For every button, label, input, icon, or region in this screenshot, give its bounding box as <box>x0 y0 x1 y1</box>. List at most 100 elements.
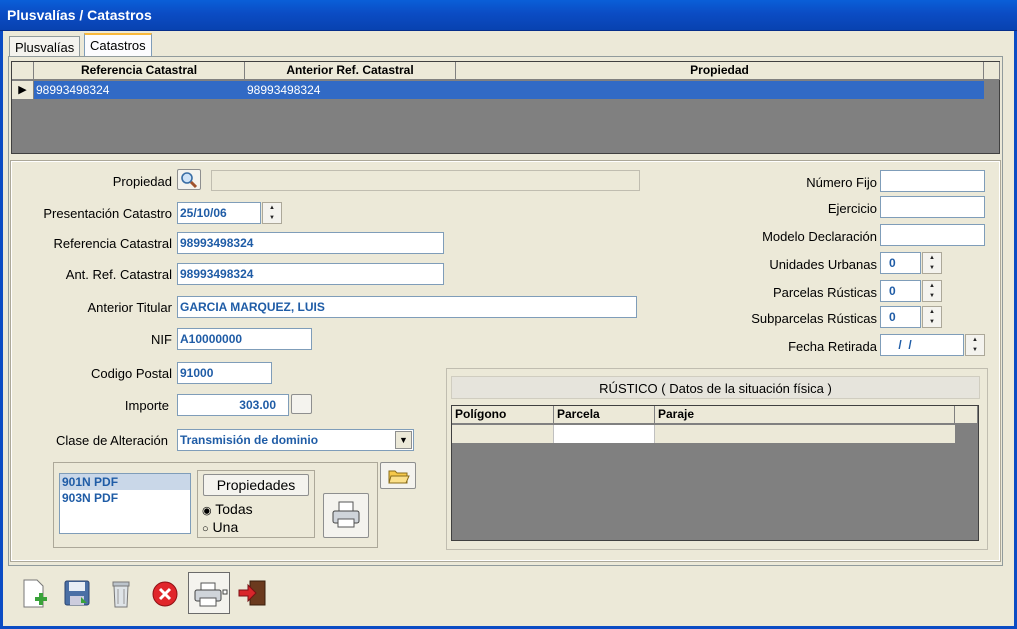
clase-alteracion-value: Transmisión de dominio <box>180 433 319 447</box>
subparcelas-rusticas-field[interactable]: 0 <box>880 306 921 328</box>
printer-icon <box>332 501 360 528</box>
column-header-referencia[interactable]: Referencia Catastral <box>34 62 245 80</box>
fecha-retirada-spinner[interactable]: ▲ ▼ <box>965 334 985 356</box>
column-header-parcela[interactable]: Parcela <box>554 406 655 424</box>
tab-catastros[interactable]: Catastros <box>84 33 152 58</box>
modelo-declaracion-field[interactable] <box>880 224 985 246</box>
fecha-retirada-field[interactable]: / / <box>880 334 964 356</box>
radio-selected-icon: ◉ <box>202 505 212 517</box>
grid-corner <box>12 62 34 80</box>
referencia-label: Referencia Catastral <box>53 236 173 251</box>
spin-up-icon[interactable]: ▲ <box>263 203 281 213</box>
nif-label: NIF <box>151 332 172 347</box>
propiedad-label: Propiedad <box>112 174 172 189</box>
parcelas-rusticas-field[interactable]: 0 <box>880 280 921 302</box>
delete-button[interactable] <box>100 572 142 614</box>
column-header-anterior-ref[interactable]: Anterior Ref. Catastral <box>245 62 456 80</box>
spin-down-icon[interactable]: ▼ <box>966 345 984 355</box>
modelo-declaracion-label: Modelo Declaración <box>762 229 877 244</box>
fecha-retirada-label: Fecha Retirada <box>788 339 877 354</box>
window-titlebar: Plusvalías / Catastros <box>0 0 1017 31</box>
unidades-urbanas-spinner[interactable]: ▲ ▼ <box>922 252 942 274</box>
codigo-postal-field[interactable]: 91000 <box>177 362 272 384</box>
print-button[interactable] <box>323 493 369 538</box>
anterior-titular-field[interactable]: GARCIA MARQUEZ, LUIS <box>177 296 637 318</box>
spin-up-icon[interactable]: ▲ <box>923 281 941 291</box>
toolbar-print-button[interactable] <box>188 572 230 614</box>
chevron-down-icon[interactable]: ▼ <box>395 431 412 449</box>
new-doc-icon <box>23 579 47 608</box>
anterior-titular-label: Anterior Titular <box>87 300 172 315</box>
nif-field[interactable]: A10000000 <box>177 328 312 350</box>
tab-label: Catastros <box>90 38 146 53</box>
spin-down-icon[interactable]: ▼ <box>923 317 941 327</box>
column-header-propiedad[interactable]: Propiedad <box>456 62 984 80</box>
spin-down-icon[interactable]: ▼ <box>263 213 281 223</box>
importe-calc-button[interactable] <box>291 394 312 414</box>
radio-todas[interactable]: ◉ Todas <box>202 501 253 517</box>
referencia-field[interactable]: 98993498324 <box>177 232 444 254</box>
close-red-icon <box>152 581 178 607</box>
radio-empty-icon: ○ <box>202 523 209 535</box>
printer-icon <box>194 582 228 607</box>
cell-poligono[interactable] <box>452 425 554 443</box>
numero-fijo-label: Número Fijo <box>806 175 877 190</box>
clase-alteracion-select[interactable]: Transmisión de dominio ▼ <box>177 429 414 451</box>
radio-una-label: Una <box>212 519 239 535</box>
spin-down-icon[interactable]: ▼ <box>923 263 941 273</box>
propiedades-button[interactable]: Propiedades <box>203 474 309 496</box>
column-header-poligono[interactable]: Polígono <box>452 406 554 424</box>
ant-ref-label: Ant. Ref. Catastral <box>65 267 172 282</box>
parcelas-rusticas-label: Parcelas Rústicas <box>772 285 877 300</box>
radio-todas-label: Todas <box>215 501 253 517</box>
search-propiedad-button[interactable] <box>177 169 201 190</box>
cell-parcela[interactable] <box>554 425 655 443</box>
unidades-urbanas-field[interactable]: 0 <box>880 252 921 274</box>
bottom-toolbar <box>9 570 279 618</box>
cell-paraje[interactable] <box>655 425 955 443</box>
propiedad-field[interactable] <box>211 170 640 191</box>
magnifier-icon <box>181 172 198 189</box>
spin-up-icon[interactable]: ▲ <box>923 253 941 263</box>
cancel-button[interactable] <box>144 572 186 614</box>
save-button[interactable] <box>56 572 98 614</box>
importe-field[interactable]: 303.00 <box>177 394 289 416</box>
clase-alteracion-label: Clase de Alteración <box>55 433 168 448</box>
presentacion-label: Presentación Catastro <box>43 206 172 221</box>
column-header-paraje[interactable]: Paraje <box>655 406 955 424</box>
subparcelas-rusticas-spinner[interactable]: ▲ ▼ <box>922 306 942 328</box>
spin-up-icon[interactable]: ▲ <box>923 307 941 317</box>
grid-header-filler <box>984 62 1000 80</box>
cell-referencia: 98993498324 <box>36 83 110 97</box>
documents-list[interactable]: 901N PDF 903N PDF <box>59 473 191 534</box>
row-selector-arrow-icon[interactable]: ▶ <box>12 81 34 99</box>
ant-ref-field[interactable]: 98993498324 <box>177 263 444 285</box>
ejercicio-label: Ejercicio <box>827 201 877 216</box>
presentacion-date-field[interactable]: 25/10/06 <box>177 202 261 224</box>
new-button[interactable] <box>12 572 54 614</box>
exit-icon <box>238 580 266 606</box>
ejercicio-field[interactable] <box>880 196 985 218</box>
list-item[interactable]: 903N PDF <box>60 490 190 506</box>
trash-icon <box>112 581 130 608</box>
list-item[interactable]: 901N PDF <box>60 474 190 490</box>
grid-header-filler <box>955 406 978 424</box>
numero-fijo-field[interactable] <box>880 170 985 192</box>
exit-button[interactable] <box>232 572 274 614</box>
codigo-postal-label: Codigo Postal <box>91 366 172 381</box>
open-folder-button[interactable] <box>380 462 416 489</box>
open-folder-icon <box>388 470 410 484</box>
rustico-title: RÚSTICO ( Datos de la situación física ) <box>451 376 980 399</box>
spin-up-icon[interactable]: ▲ <box>966 335 984 345</box>
unidades-urbanas-label: Unidades Urbanas <box>769 257 877 272</box>
subparcelas-rusticas-label: Subparcelas Rústicas <box>751 311 877 326</box>
table-row[interactable]: 98993498324 98993498324 <box>34 81 984 99</box>
parcelas-rusticas-spinner[interactable]: ▲ ▼ <box>922 280 942 302</box>
spin-down-icon[interactable]: ▼ <box>923 291 941 301</box>
propiedades-group: Propiedades ◉ Todas ○ Una <box>197 470 315 538</box>
presentacion-spinner[interactable]: ▲ ▼ <box>262 202 282 224</box>
radio-una[interactable]: ○ Una <box>202 519 238 535</box>
importe-label: Importe <box>124 398 169 413</box>
catastro-grid[interactable]: Referencia Catastral Anterior Ref. Catas… <box>11 61 1000 154</box>
rustico-grid[interactable]: Polígono Parcela Paraje <box>451 405 979 541</box>
